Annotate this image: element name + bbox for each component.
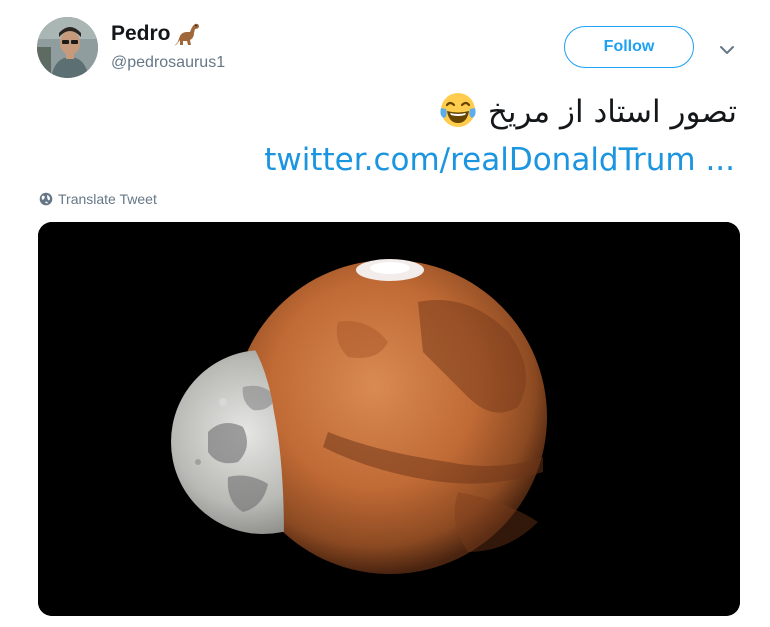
dinosaur-emoji-icon [173, 20, 201, 48]
follow-button[interactable]: Follow [564, 26, 694, 68]
display-name-text: Pedro [111, 22, 171, 45]
avatar[interactable] [37, 17, 98, 78]
globe-icon [39, 192, 53, 206]
tweet-link[interactable]: twitter.com/realDonaldTrum ... [264, 140, 735, 180]
avatar-photo [37, 17, 98, 78]
display-name[interactable]: Pedro [111, 20, 201, 48]
tweet-text: تصور استاد از مریخ [37, 90, 737, 132]
tweet-media[interactable] [38, 222, 740, 616]
tweet-text-content: تصور استاد از مریخ [487, 94, 737, 130]
username[interactable]: @pedrosaurus1 [111, 53, 225, 73]
mars-moon-image-icon [38, 222, 740, 616]
translate-tweet[interactable]: Translate Tweet [39, 190, 157, 208]
chevron-down-icon[interactable] [717, 40, 737, 60]
translate-label: Translate Tweet [58, 191, 157, 207]
tears-of-joy-emoji-icon [438, 90, 478, 130]
